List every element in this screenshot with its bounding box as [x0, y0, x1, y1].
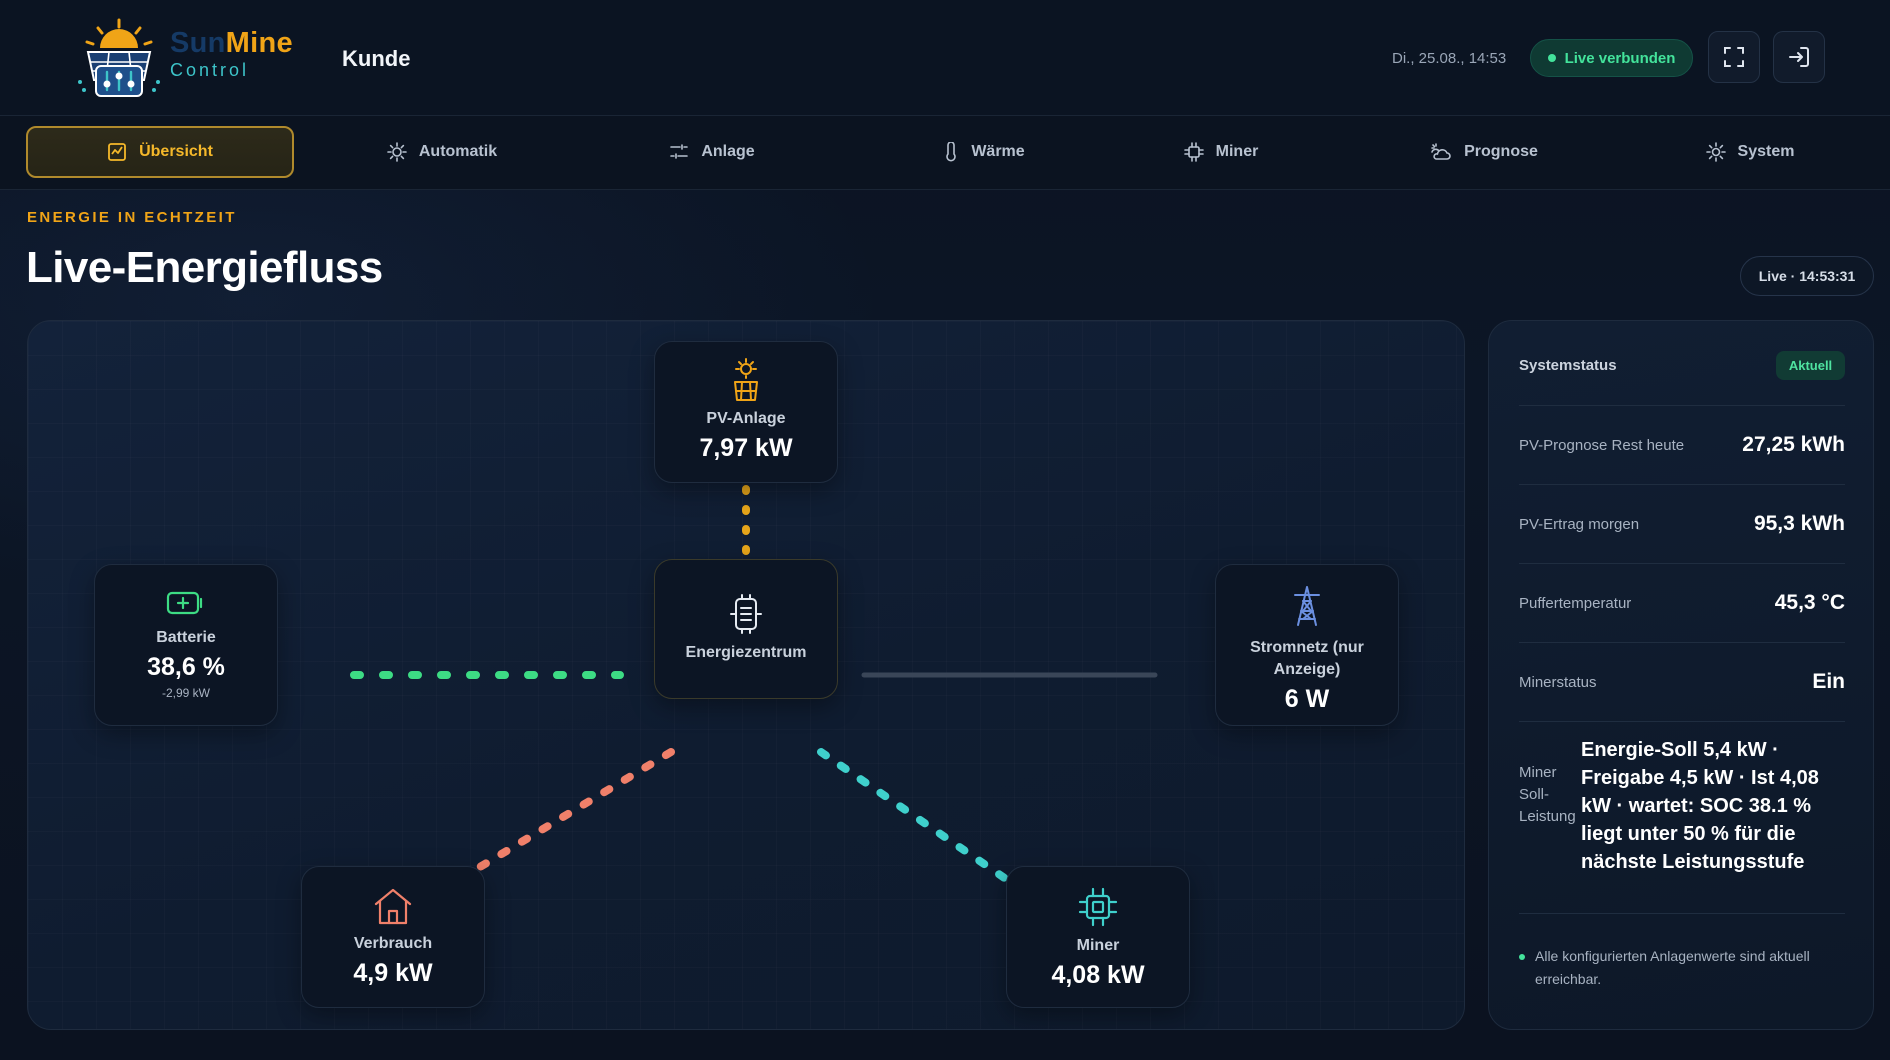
fullscreen-icon — [1724, 47, 1744, 67]
tab-anlage[interactable]: Anlage — [578, 126, 846, 178]
status-title: Systemstatus — [1519, 357, 1617, 374]
brand-name: SunMine — [170, 28, 293, 58]
header-datetime: Di., 25.08., 14:53 — [1392, 50, 1507, 67]
tab-label: Automatik — [418, 143, 498, 160]
status-key: Miner Soll-Leistung — [1519, 764, 1576, 825]
status-value: Energie-Soll 5,4 kW · Freigabe 4,5 kW · … — [1581, 739, 1819, 873]
grid-node[interactable]: Stromnetz (nur Anzeige) 6 W — [1215, 564, 1399, 726]
tab-miner[interactable]: Miner — [1087, 126, 1355, 178]
status-dot-icon — [1519, 954, 1525, 960]
logout-button[interactable] — [1773, 31, 1825, 83]
battery-power: -2,99 kW — [161, 686, 210, 700]
battery-label: Batterie — [156, 629, 216, 646]
energy-flow-panel: PV-Anlage 7,97 kW Batterie 38,6 % -2,99 … — [27, 320, 1465, 1030]
tab-label: Übersicht — [139, 143, 213, 160]
live-connection-badge: Live verbunden — [1530, 39, 1693, 77]
fullscreen-button[interactable] — [1708, 31, 1760, 83]
brand-sun: Sun — [170, 27, 226, 59]
section-eyebrow: ENERGIE IN ECHTZEIT — [27, 209, 237, 226]
brand-mine: Mine — [225, 27, 293, 59]
status-badge: Aktuell — [1776, 351, 1845, 380]
tab-system[interactable]: System — [1616, 126, 1884, 178]
tab-label: Wärme — [971, 143, 1025, 160]
status-value: 27,25 kWh — [1742, 433, 1845, 456]
energy-hub-icon — [729, 594, 763, 634]
solar-panel-icon — [730, 358, 762, 402]
sliders-icon — [670, 144, 689, 159]
status-value: 45,3 °C — [1774, 591, 1845, 614]
tab-prognose[interactable]: Prognose — [1350, 126, 1618, 178]
miner-label: Miner — [1076, 937, 1120, 954]
consumption-label: Verbrauch — [353, 935, 433, 952]
live-dot-icon — [1547, 54, 1556, 62]
battery-icon — [166, 589, 206, 617]
miner-node[interactable]: Miner 4,08 kW — [1006, 866, 1190, 1008]
status-key: PV-Ertrag morgen — [1519, 515, 1640, 533]
consumption-node[interactable]: Verbrauch 4,9 kW — [301, 866, 485, 1008]
weather-icon — [1431, 143, 1451, 160]
logout-icon — [1789, 47, 1809, 67]
status-value: Ein — [1812, 670, 1845, 693]
status-key: PV-Prognose Rest heute — [1519, 436, 1685, 454]
brand: SunMine Control — [170, 28, 293, 81]
thermometer-icon — [946, 142, 957, 162]
pv-node[interactable]: PV-Anlage 7,97 kW — [654, 341, 838, 483]
energy-center-label: Energiezentrum — [685, 644, 807, 661]
status-note-text: Alle konfigurierten Anlagenwerte sind ak… — [1535, 948, 1810, 987]
tab-label: Miner — [1215, 143, 1259, 160]
status-key: Puffertemperatur — [1519, 594, 1632, 612]
grid-value: 6 W — [1284, 685, 1330, 713]
chart-icon — [108, 143, 126, 161]
tab-label: Anlage — [701, 143, 755, 160]
battery-value: 38,6 % — [147, 653, 225, 681]
status-note: Alle konfigurierten Anlagenwerte sind ak… — [1519, 945, 1845, 991]
sunmine-logo-icon — [78, 18, 160, 97]
status-row: PV-Prognose Rest heute 27,25 kWh — [1519, 405, 1845, 484]
tab-waerme[interactable]: Wärme — [850, 126, 1118, 178]
sun-gear-icon — [387, 142, 407, 162]
consumption-flow-line — [456, 748, 675, 883]
house-icon — [373, 887, 413, 925]
gear-icon — [1705, 142, 1726, 162]
main-nav: Übersicht Automatik Anlage Wärme Miner P… — [0, 116, 1890, 190]
chip-icon — [1078, 887, 1118, 927]
live-time-badge: Live · 14:53:31 — [1740, 256, 1874, 296]
power-pylon-icon — [1292, 585, 1322, 627]
status-row: Minerstatus Ein — [1519, 642, 1845, 721]
pv-label: PV-Anlage — [706, 410, 786, 427]
live-connection-label: Live verbunden — [1564, 49, 1676, 67]
status-key: Minerstatus — [1519, 673, 1597, 691]
status-row: Puffertemperatur 45,3 °C — [1519, 563, 1845, 642]
user-role-label: Kunde — [342, 46, 411, 71]
energy-center-node[interactable]: Energiezentrum — [654, 559, 838, 699]
battery-node[interactable]: Batterie 38,6 % -2,99 kW — [94, 564, 278, 726]
miner-value: 4,08 kW — [1051, 961, 1145, 989]
consumption-value: 4,9 kW — [353, 959, 433, 987]
system-status-panel: Systemstatus Aktuell PV-Prognose Rest he… — [1488, 320, 1874, 1030]
app-header: SunMine Control Kunde Di., 25.08., 14:53… — [0, 0, 1890, 116]
status-value: 95,3 kWh — [1753, 512, 1845, 535]
tab-label: System — [1737, 143, 1795, 160]
miner-flow-line — [817, 748, 1010, 883]
tab-automatik[interactable]: Automatik — [308, 126, 576, 178]
status-row: PV-Ertrag morgen 95,3 kWh — [1519, 484, 1845, 563]
brand-subtitle: Control — [170, 60, 250, 80]
pv-value: 7,97 kW — [699, 434, 793, 462]
page-title: Live-Energiefluss — [26, 243, 383, 292]
chip-icon — [1183, 142, 1204, 162]
status-row-miner-target: Miner Soll-Leistung Energie-Soll 5,4 kW … — [1519, 721, 1845, 914]
tab-uebersicht[interactable]: Übersicht — [26, 126, 294, 178]
tab-label: Prognose — [1464, 143, 1538, 160]
grid-label: Stromnetz (nur Anzeige) — [1250, 639, 1364, 678]
